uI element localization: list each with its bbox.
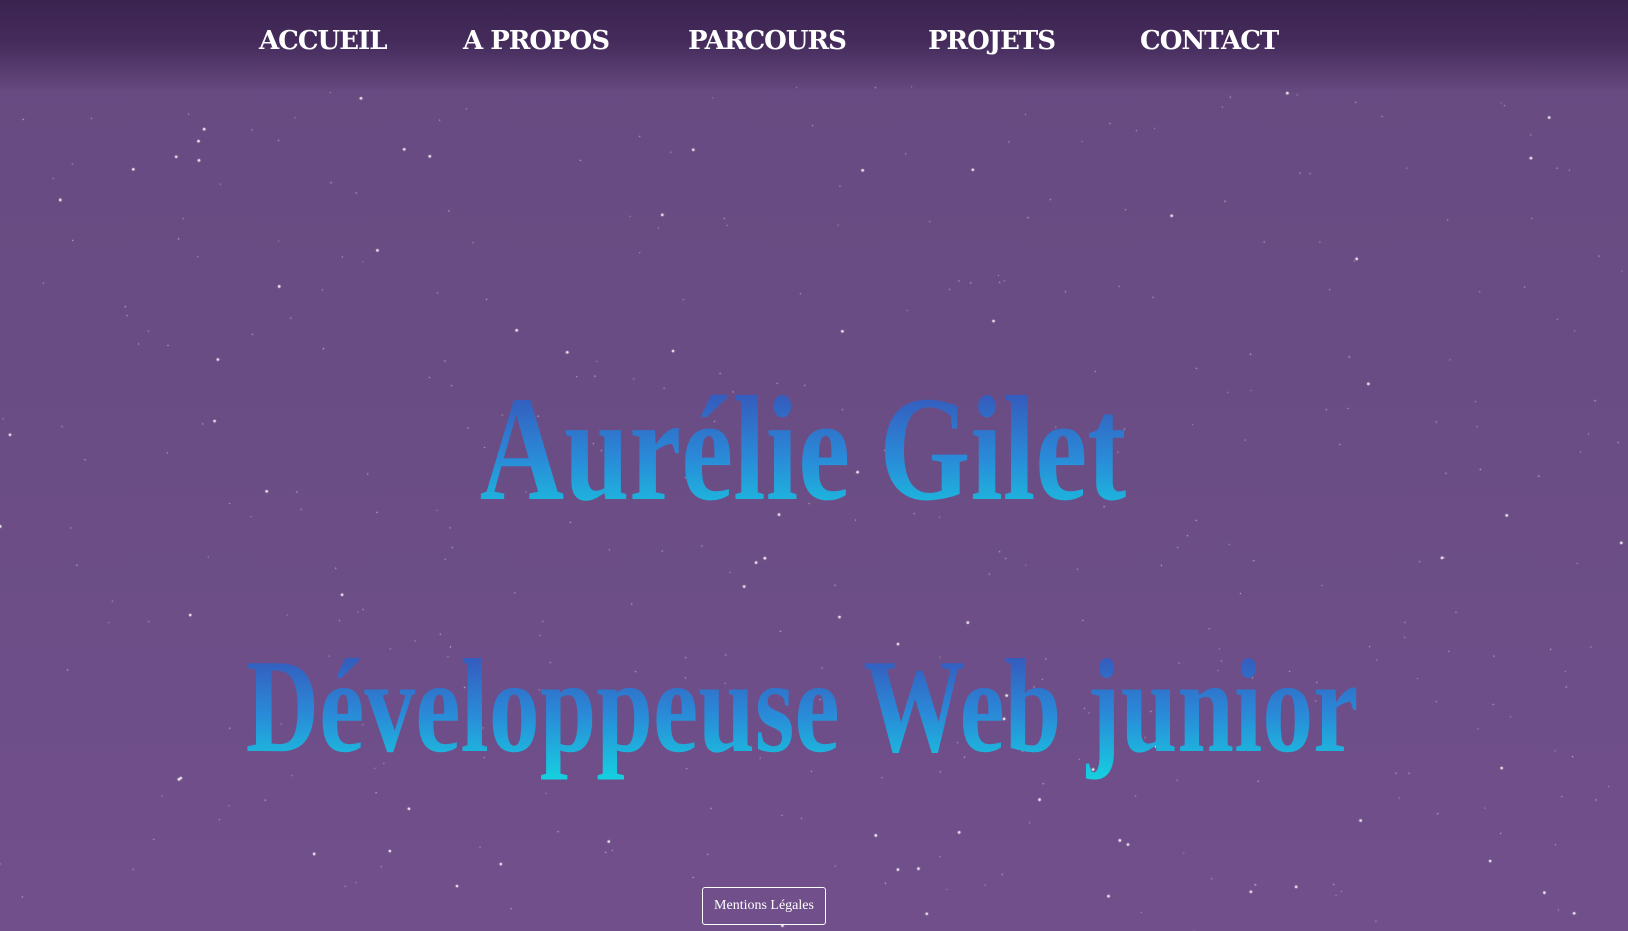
top-navbar: ACCUEIL A PROPOS PARCOURS PROJETS CONTAC…	[0, 0, 1628, 92]
nav-link-contact[interactable]: CONTACT	[1140, 26, 1279, 56]
legal-notice-button[interactable]: Mentions Légales	[702, 887, 826, 925]
hero-name: Aurélie Gilet	[168, 363, 1438, 536]
nav-link-accueil[interactable]: ACCUEIL	[259, 26, 387, 56]
nav-link-a-propos[interactable]: A PROPOS	[463, 26, 610, 56]
nav-link-parcours[interactable]: PARCOURS	[688, 26, 847, 56]
hero-job-title: Développeuse Web junior	[183, 629, 1420, 783]
nav-link-projets[interactable]: PROJETS	[928, 26, 1056, 56]
